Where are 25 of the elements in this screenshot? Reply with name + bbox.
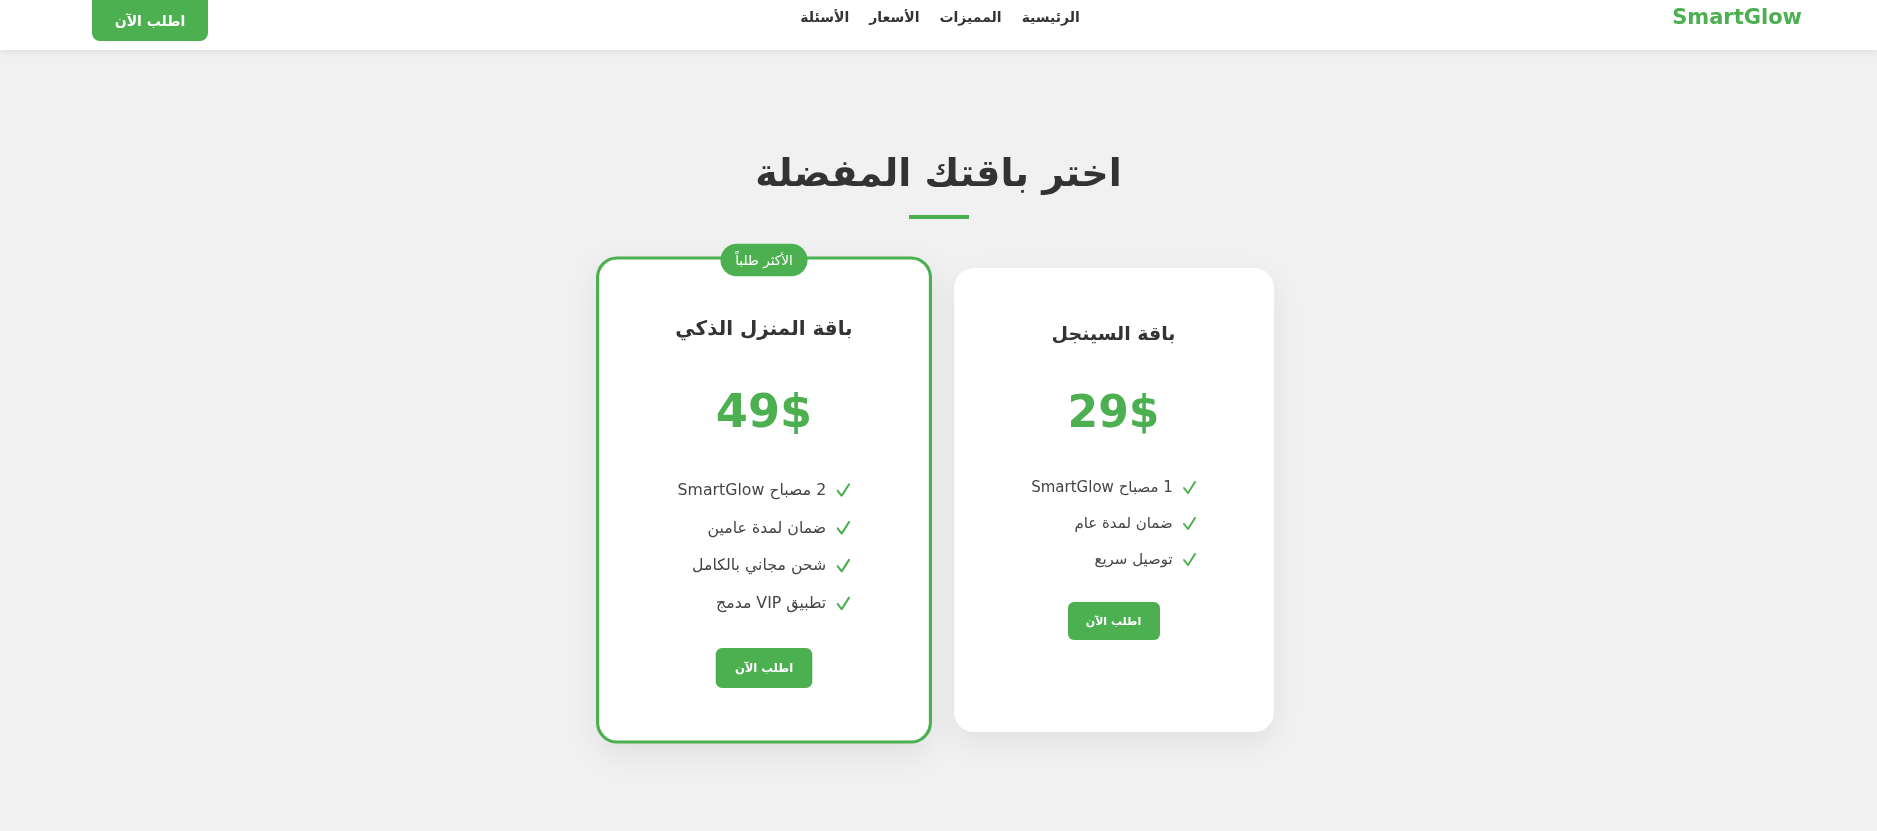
feature-text: تطبيق VIP مدمج [715,592,826,615]
plan-price: 49$ [715,382,812,439]
feature-text: 2 مصباح SmartGlow [677,479,826,502]
nav-link[interactable]: المميزات [939,7,1002,27]
feature-text: 1 مصباح SmartGlow [1031,477,1173,498]
check-icon [1182,552,1196,566]
popular-badge: الأكثر طلباً [719,243,808,277]
feature-text: شحن مجاني بالكامل [691,554,826,577]
feature-text: توصيل سريع [1094,549,1173,570]
section-title: اختر باقتك المفضلة [755,150,1122,197]
feature-text: ضمان لمدة عام [1074,513,1173,534]
check-icon [836,596,850,610]
nav-link[interactable]: الأسئلة [800,7,850,27]
nav-link[interactable]: الرئيسية [1021,7,1080,27]
check-icon [836,558,850,572]
check-icon [1182,516,1196,530]
feature-text: ضمان لمدة عامين [707,516,826,540]
plan-price: 29$ [1067,385,1160,439]
nav-link[interactable]: الأسعار [869,7,920,27]
check-icon [1182,480,1196,494]
check-icon [836,520,850,535]
title-underline [908,215,969,219]
plan-title: باقة السينجل [1051,321,1176,346]
plan-title: باقة المنزل الذكي [674,315,853,343]
check-icon [836,482,850,497]
